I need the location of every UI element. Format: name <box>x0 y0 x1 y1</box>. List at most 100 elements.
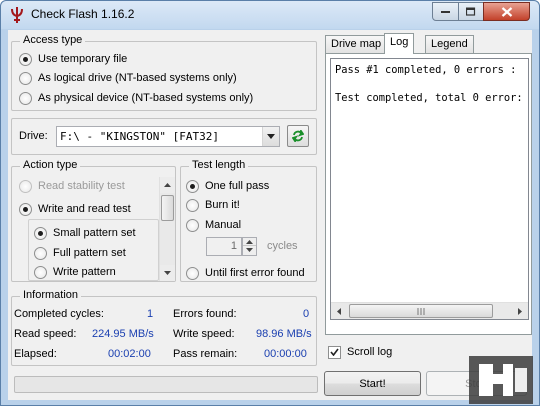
refresh-button[interactable] <box>287 125 309 147</box>
tab-drive-map[interactable]: Drive map <box>325 35 388 53</box>
chevron-up-icon <box>164 183 171 187</box>
radio-manual[interactable]: Manual <box>186 217 241 233</box>
action-type-title: Action type <box>20 159 81 171</box>
completed-cycles-value: 1 <box>147 308 154 320</box>
scroll-down-button[interactable] <box>160 265 175 281</box>
radio-icon <box>19 71 32 85</box>
radio-icon <box>19 202 32 216</box>
watermark-logo <box>469 356 533 404</box>
radio-icon <box>34 265 47 279</box>
title-bar[interactable]: Check Flash 1.16.2 <box>1 1 539 29</box>
radio-icon <box>19 179 32 193</box>
drive-select[interactable]: F:\ - "KINGSTON" [FAT32] <box>56 126 280 147</box>
read-speed-value: 224.95 MB/s <box>92 328 154 340</box>
scroll-thumb[interactable] <box>161 195 174 221</box>
radio-label: Write and read test <box>38 203 131 215</box>
minimize-icon <box>440 10 450 13</box>
elapsed-label: Elapsed: <box>14 348 57 360</box>
radio-label: Small pattern set <box>53 227 136 239</box>
spin-up-button[interactable] <box>243 238 256 246</box>
radio-label: Write pattern <box>53 266 116 278</box>
start-button[interactable]: Start! <box>324 371 421 396</box>
radio-read-stability-test[interactable]: Read stability test <box>19 178 125 194</box>
action-type-group: Action type Read stability test Write an… <box>11 159 176 282</box>
checkmark-icon <box>328 345 341 359</box>
radio-icon <box>186 218 199 232</box>
chevron-down-icon <box>164 271 171 275</box>
log-line: Pass #1 completed, 0 errors : <box>335 64 517 76</box>
write-speed-value: 98.96 MB/s <box>256 328 312 340</box>
radio-label: Manual <box>205 219 242 231</box>
scroll-log-checkbox[interactable]: Scroll log <box>328 344 392 360</box>
app-window: Check Flash 1.16.2 Access type Use tempo… <box>0 0 540 406</box>
scroll-up-button[interactable] <box>160 177 175 193</box>
scroll-right-button[interactable] <box>512 303 528 319</box>
drive-select-value: F:\ - "KINGSTON" [FAT32] <box>60 130 219 143</box>
close-icon <box>501 6 512 17</box>
pass-remain-label: Pass remain: <box>173 348 238 360</box>
cycles-input[interactable]: 1 <box>206 237 242 256</box>
spin-down-button[interactable] <box>243 246 256 254</box>
chevron-left-icon <box>337 307 341 315</box>
progress-bar <box>14 376 318 393</box>
test-length-group: Test length One full pass Burn it! Manua… <box>180 159 317 282</box>
window-title: Check Flash 1.16.2 <box>31 7 135 21</box>
radio-physical-device[interactable]: As physical device (NT-based systems onl… <box>19 90 253 106</box>
radio-one-full-pass[interactable]: One full pass <box>186 178 269 194</box>
errors-found-value: 0 <box>303 308 310 320</box>
chevron-down-icon <box>246 248 253 252</box>
information-title: Information <box>20 289 82 301</box>
radio-logical-drive[interactable]: As logical drive (NT-based systems only) <box>19 70 237 86</box>
errors-found-label: Errors found: <box>173 308 237 320</box>
radio-icon <box>19 91 32 105</box>
pass-remain-value: 00:00:00 <box>264 348 307 360</box>
radio-full-pattern-set[interactable]: Full pattern set <box>34 245 126 261</box>
pattern-subgroup: Small pattern set Full pattern set Write… <box>28 219 159 281</box>
log-panel: Pass #1 completed, 0 errors : Test compl… <box>325 53 532 335</box>
log-line: Test completed, total 0 error: <box>335 92 523 104</box>
radio-icon <box>34 226 47 240</box>
scroll-left-button[interactable] <box>331 303 347 319</box>
log-textarea[interactable]: Pass #1 completed, 0 errors : Test compl… <box>330 58 529 320</box>
log-horizontal-scrollbar[interactable] <box>331 302 528 319</box>
maximize-button[interactable] <box>458 2 484 21</box>
radio-icon <box>34 246 47 260</box>
elapsed-value: 00:02:00 <box>108 348 151 360</box>
close-button[interactable] <box>483 2 530 21</box>
maximize-icon <box>466 7 476 16</box>
radio-label: Read stability test <box>38 180 125 192</box>
radio-write-and-read-test[interactable]: Write and read test <box>19 201 131 217</box>
radio-label: Burn it! <box>205 199 240 211</box>
radio-label: Until first error found <box>205 267 305 279</box>
action-type-scrollbar[interactable] <box>159 177 175 281</box>
radio-icon <box>19 52 32 66</box>
tab-log[interactable]: Log <box>384 33 415 54</box>
scroll-log-label: Scroll log <box>347 346 393 358</box>
access-type-group: Access type Use temporary file As logica… <box>11 34 317 111</box>
radio-burn-it[interactable]: Burn it! <box>186 197 240 213</box>
app-icon <box>11 7 23 23</box>
scroll-thumb[interactable] <box>349 304 493 318</box>
radio-icon <box>186 179 199 193</box>
radio-small-pattern-set[interactable]: Small pattern set <box>34 225 136 241</box>
drive-label: Drive: <box>19 130 48 142</box>
chevron-right-icon <box>518 307 522 315</box>
cycles-spinner[interactable] <box>242 237 257 256</box>
radio-label: Full pattern set <box>53 247 126 259</box>
test-length-title: Test length <box>189 159 249 171</box>
cycles-label: cycles <box>267 240 298 252</box>
radio-write-pattern[interactable]: Write pattern <box>34 264 116 280</box>
radio-use-temporary-file[interactable]: Use temporary file <box>19 51 127 67</box>
tab-legend[interactable]: Legend <box>425 35 474 53</box>
dropdown-arrow-icon[interactable] <box>262 127 279 146</box>
minimize-button[interactable] <box>432 2 459 21</box>
radio-label: One full pass <box>205 180 270 192</box>
radio-icon <box>186 198 199 212</box>
chevron-up-icon <box>246 239 253 244</box>
refresh-icon <box>292 130 304 142</box>
client-area: Access type Use temporary file As logica… <box>8 30 533 404</box>
radio-until-first-error[interactable]: Until first error found <box>186 265 305 281</box>
write-speed-label: Write speed: <box>173 328 235 340</box>
radio-icon <box>186 266 199 280</box>
